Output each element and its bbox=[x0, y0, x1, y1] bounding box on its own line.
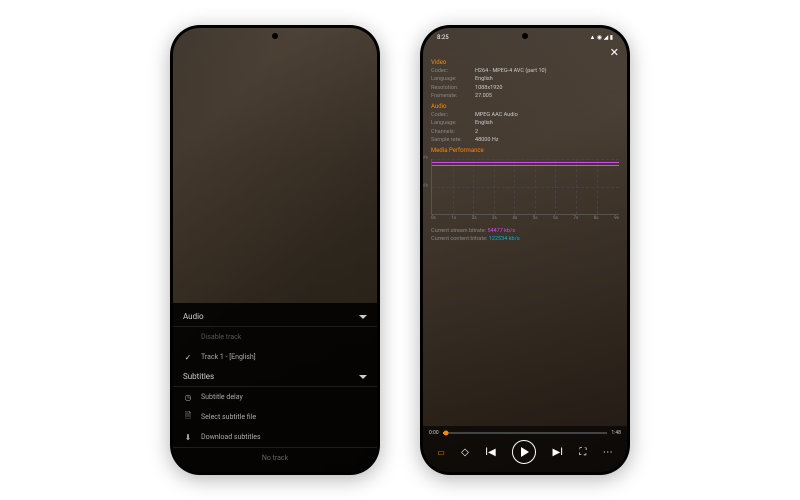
perf-section-title: Media Performance bbox=[431, 146, 619, 155]
sample-row: Sample rate: 48000 Hz bbox=[431, 136, 619, 144]
audio-codec-label: Codec: bbox=[431, 111, 471, 119]
subtitles-section-header[interactable]: Subtitles bbox=[173, 367, 377, 387]
stream-line bbox=[432, 162, 619, 163]
stream-bitrate-label: Current stream bitrate: bbox=[431, 228, 486, 234]
content-line bbox=[432, 165, 619, 166]
status-icons: ▲ ◉ ◢ ▮ bbox=[589, 34, 613, 41]
audio-header-label: Audio bbox=[183, 312, 204, 321]
audio-codec-value: MPEG AAC Audio bbox=[475, 111, 518, 119]
download-subtitles-label: Download subtitles bbox=[201, 433, 261, 441]
framerate-value: 27.005 bbox=[475, 92, 492, 100]
clock-icon: ◷ bbox=[183, 392, 193, 402]
audio-section-header[interactable]: Audio bbox=[173, 307, 377, 327]
select-subtitle-label: Select subtitle file bbox=[201, 413, 256, 421]
y-tick-2000: 2000 Mb/s bbox=[423, 156, 428, 163]
expand-icon[interactable]: ⛶ bbox=[579, 447, 586, 458]
more-icon[interactable]: ⋯ bbox=[603, 447, 613, 458]
tracks-menu: Audio Disable track Track 1 - [English] … bbox=[173, 303, 377, 472]
resolution-row: Resolution: 1088x1920 bbox=[431, 84, 619, 92]
audio-codec-row: Codec: MPEG AAC Audio bbox=[431, 111, 619, 119]
audio-language-value: English bbox=[475, 119, 493, 127]
language-row: Language: English bbox=[431, 75, 619, 83]
channels-label: Channels: bbox=[431, 128, 471, 136]
time-current: 0:00 bbox=[429, 430, 439, 436]
framerate-label: Framerate: bbox=[431, 92, 471, 100]
y-tick-1000: 1000 Mb/s bbox=[423, 183, 428, 190]
file-icon: 🗎 bbox=[183, 412, 193, 422]
codec-value: H264 - MPEG-4 AVC (part 10) bbox=[475, 67, 547, 75]
channels-row: Channels: 2 bbox=[431, 128, 619, 136]
next-icon[interactable]: ▶I bbox=[553, 447, 563, 458]
download-icon: ⬇ bbox=[183, 432, 193, 442]
control-row: ▭ ◇ I◀ ▶I ⛶ ⋯ bbox=[429, 440, 621, 464]
seek-bar[interactable] bbox=[443, 432, 608, 434]
sample-label: Sample rate: bbox=[431, 136, 471, 144]
codec-label: Codec: bbox=[431, 67, 471, 75]
content-bitrate-value: 122534 kb/s bbox=[489, 236, 520, 242]
audio-section-title: Audio bbox=[431, 102, 619, 111]
audio-track-1[interactable]: Track 1 - [English] bbox=[173, 347, 377, 367]
play-button[interactable] bbox=[512, 440, 536, 464]
player-controls: 0:00 1:48 ▭ ◇ I◀ ▶I ⛶ ⋯ bbox=[423, 426, 627, 472]
previous-icon[interactable]: I◀ bbox=[485, 447, 495, 458]
screen-left: Audio Disable track Track 1 - [English] … bbox=[173, 28, 377, 472]
subtitles-header-label: Subtitles bbox=[183, 372, 214, 381]
bitrate-chart: 2000 Mb/s 1000 Mb/s bbox=[431, 159, 619, 215]
chevron-down-icon bbox=[359, 375, 367, 379]
track-1-label: Track 1 - [English] bbox=[201, 353, 256, 361]
bitrate-readout: Current stream bitrate: 54477 kb/s Curre… bbox=[431, 227, 619, 244]
audio-language-row: Language: English bbox=[431, 119, 619, 127]
download-subtitles[interactable]: ⬇ Download subtitles bbox=[173, 427, 377, 447]
play-icon bbox=[521, 447, 529, 457]
chart-x-axis: 0s1s2s3s4s5s6s7s8s9s bbox=[431, 216, 619, 223]
select-subtitle-file[interactable]: 🗎 Select subtitle file bbox=[173, 407, 377, 427]
aspect-icon[interactable]: ▭ bbox=[437, 448, 445, 457]
rotate-icon[interactable]: ◇ bbox=[461, 447, 469, 458]
resolution-label: Resolution: bbox=[431, 84, 471, 92]
resolution-value: 1088x1920 bbox=[475, 84, 502, 92]
disable-audio-track[interactable]: Disable track bbox=[173, 327, 377, 347]
sample-value: 48000 Hz bbox=[475, 136, 498, 144]
subtitle-delay[interactable]: ◷ Subtitle delay bbox=[173, 387, 377, 407]
content-bitrate-label: Current content bitrate: bbox=[431, 236, 487, 242]
seek-thumb[interactable] bbox=[443, 431, 448, 436]
no-track-footer: No track bbox=[173, 448, 377, 468]
camera-notch bbox=[522, 33, 528, 39]
framerate-row: Framerate: 27.005 bbox=[431, 92, 619, 100]
stream-bitrate-value: 54477 kb/s bbox=[487, 228, 515, 234]
screen-right: 8:25 ▲ ◉ ◢ ▮ ✕ Video Codec: H264 - MPEG-4… bbox=[423, 28, 627, 472]
close-icon[interactable]: ✕ bbox=[610, 46, 619, 59]
language-value: English bbox=[475, 75, 493, 83]
disable-track-label: Disable track bbox=[201, 333, 241, 341]
subtitle-delay-label: Subtitle delay bbox=[201, 393, 243, 401]
channels-value: 2 bbox=[475, 128, 478, 136]
camera-notch bbox=[272, 33, 278, 39]
progress-row: 0:00 1:48 bbox=[429, 430, 621, 436]
blank-icon bbox=[183, 332, 193, 342]
codec-row: Codec: H264 - MPEG-4 AVC (part 10) bbox=[431, 67, 619, 75]
check-icon bbox=[183, 352, 193, 362]
media-info-panel: Video Codec:H264 - MPEG-4 AVC (part 10) … bbox=[431, 56, 619, 243]
status-time: 8:25 bbox=[437, 34, 449, 41]
video-section-title: Video bbox=[431, 58, 619, 67]
time-total: 1:48 bbox=[611, 430, 621, 436]
phone-left: Audio Disable track Track 1 - [English] … bbox=[170, 25, 380, 475]
audio-language-label: Language: bbox=[431, 119, 471, 127]
language-label: Language: bbox=[431, 75, 471, 83]
chevron-down-icon bbox=[359, 315, 367, 319]
phone-right: 8:25 ▲ ◉ ◢ ▮ ✕ Video Codec: H264 - MPEG-4… bbox=[420, 25, 630, 475]
